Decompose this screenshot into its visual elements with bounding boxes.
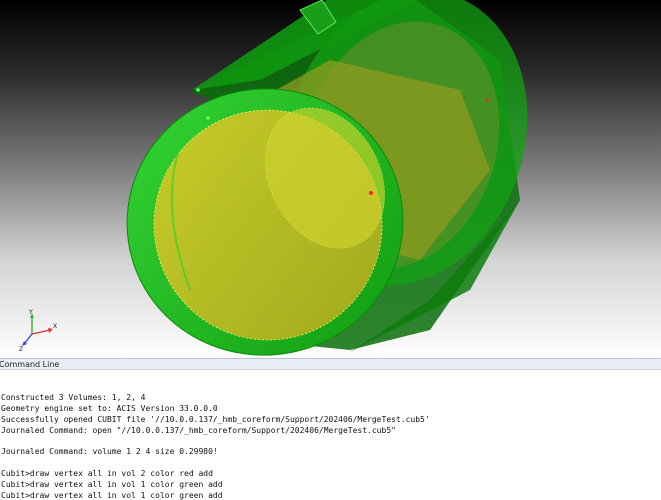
console-line: Cubit>draw vertex all in vol 2 color red…	[1, 469, 213, 478]
console-line: Geometry engine set to: ACIS Version 33.…	[1, 404, 218, 413]
graphics-viewport[interactable]: Y X Z	[0, 0, 661, 358]
command-line-panel-header[interactable]: Command Line	[0, 358, 661, 370]
axis-x-label: X	[53, 323, 57, 330]
green-vertex	[196, 88, 200, 92]
console-line: Constructed 3 Volumes: 1, 2, 4	[1, 393, 146, 402]
command-line-panel-title: Command Line	[0, 360, 60, 369]
red-vertex	[369, 191, 373, 195]
console-line: Journaled Command: volume 1 2 4 size 0.2…	[1, 447, 218, 456]
console-line: Cubit>draw vertex all in vol 1 color gre…	[1, 491, 223, 500]
axis-z-label: Z	[19, 346, 23, 352]
console-line: Successfully opened CUBIT file '//10.0.0…	[1, 415, 430, 424]
red-vertex	[485, 98, 489, 102]
console-line: Journaled Command: open "//10.0.0.137/_h…	[1, 426, 396, 435]
console-line: Cubit>draw vertex all in vol 1 color gre…	[1, 480, 223, 489]
axis-triad: Y X Z	[19, 309, 57, 352]
green-vertex	[206, 116, 210, 120]
command-console[interactable]: Constructed 3 Volumes: 1, 2, 4 Geometry …	[0, 371, 661, 500]
model-render[interactable]	[0, 0, 661, 358]
axis-y-label: Y	[28, 309, 33, 316]
